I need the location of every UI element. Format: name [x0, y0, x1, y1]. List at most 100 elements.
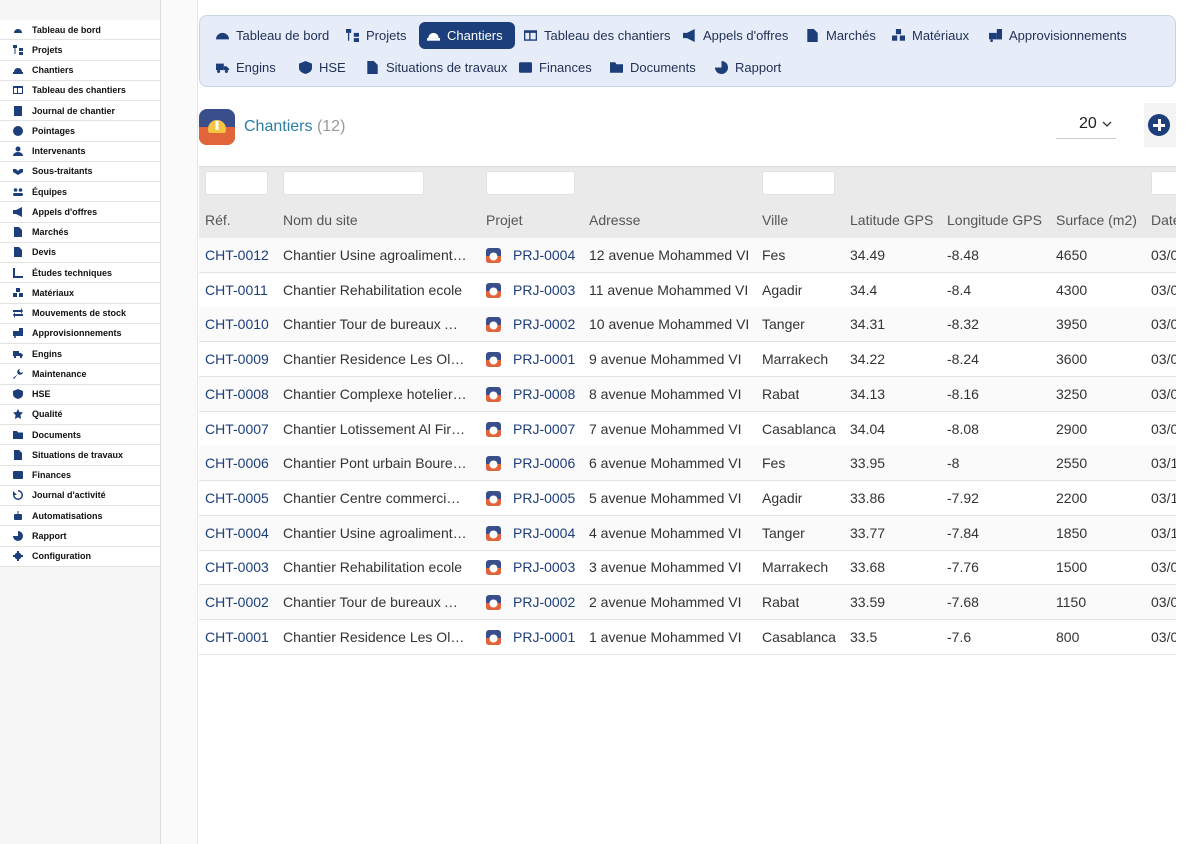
cell-project[interactable]: PRJ-0003 — [513, 559, 575, 575]
cell-ref[interactable]: CHT-0006 — [205, 455, 269, 471]
cell-ref[interactable]: CHT-0012 — [205, 247, 269, 263]
sidebar-item-projets[interactable]: Projets — [0, 40, 160, 61]
cell-ref[interactable]: CHT-0007 — [205, 421, 269, 437]
sidebar-item-tableau-des-chantiers[interactable]: Tableau des chantiers — [0, 80, 160, 101]
tab-tableau-des-chantiers[interactable]: Tableau des chantiers — [516, 22, 670, 49]
column-header-date[interactable]: Date — [1151, 212, 1176, 228]
cell-project[interactable]: PRJ-0001 — [513, 351, 575, 367]
cell-ref[interactable]: CHT-0003 — [205, 559, 269, 575]
record-count: (12) — [316, 118, 346, 135]
tab-situations-de-travaux[interactable]: Situations de travaux — [358, 54, 507, 81]
filter-city-input[interactable] — [762, 171, 835, 195]
sidebar-item-journal-activite[interactable]: Journal d'activité — [0, 485, 160, 506]
table-row[interactable]: CHT-0005 Chantier Centre commercial Marin… — [199, 481, 1176, 516]
per-page-select[interactable]: 20 — [1056, 112, 1116, 139]
column-header-ref[interactable]: Réf. — [205, 212, 231, 228]
project-icon — [486, 560, 501, 576]
column-header-surface[interactable]: Surface (m2) — [1056, 212, 1137, 228]
cell-ref[interactable]: CHT-0002 — [205, 594, 269, 610]
cell-project[interactable]: PRJ-0007 — [513, 421, 575, 437]
sidebar-item-configuration[interactable]: Configuration — [0, 546, 160, 567]
sidebar-item-engins[interactable]: Engins — [0, 344, 160, 365]
cell-ref[interactable]: CHT-0008 — [205, 386, 269, 402]
table-row[interactable]: CHT-0008 Chantier Complexe hotelier Atlas… — [199, 376, 1176, 412]
sidebar-item-mouvements-de-stock[interactable]: Mouvements de stock — [0, 303, 160, 324]
cell-ref[interactable]: CHT-0005 — [205, 490, 269, 506]
cell-ref[interactable]: CHT-0010 — [205, 316, 269, 332]
cell-surface: 1500 — [1056, 559, 1088, 576]
table-row[interactable]: CHT-0010 Chantier Tour de bureaux Anfa PRJ… — [199, 307, 1176, 343]
page-title: Chantiers (12) — [244, 118, 345, 136]
cell-project[interactable]: PRJ-0004 — [513, 525, 575, 541]
tab-rapport[interactable]: Rapport — [707, 54, 781, 81]
table-row[interactable]: CHT-0012 Chantier Usine agroalimentaire PR… — [199, 238, 1176, 273]
tab-chantiers[interactable]: Chantiers — [419, 22, 515, 49]
column-header-city[interactable]: Ville — [762, 212, 788, 228]
sidebar-item-chantiers[interactable]: Chantiers — [0, 60, 160, 81]
column-header-name[interactable]: Nom du site — [283, 212, 358, 228]
sidebar-item-maintenance[interactable]: Maintenance — [0, 364, 160, 385]
cell-address: 6 avenue Mohammed VI — [589, 455, 742, 472]
table-row[interactable]: CHT-0007 Chantier Lotissement Al Firdaous… — [199, 412, 1176, 447]
tab-appels-offres[interactable]: Appels d'offres — [675, 22, 788, 49]
sidebar-item-pointages[interactable]: Pointages — [0, 121, 160, 142]
sidebar-item-hse[interactable]: HSE — [0, 384, 160, 405]
sidebar-item-intervenants[interactable]: Intervenants — [0, 141, 160, 162]
sidebar-item-devis[interactable]: Devis — [0, 242, 160, 263]
column-header-address[interactable]: Adresse — [589, 212, 640, 228]
filter-ref-input[interactable] — [205, 171, 268, 195]
tab-approvisionnements[interactable]: Approvisionnements — [981, 22, 1127, 49]
sidebar-item-appels-offres[interactable]: Appels d'offres — [0, 202, 160, 223]
tab-materiaux[interactable]: Matériaux — [884, 22, 969, 49]
cell-ref[interactable]: CHT-0004 — [205, 525, 269, 541]
sidebar-item-rapport[interactable]: Rapport — [0, 526, 160, 547]
cell-ref[interactable]: CHT-0011 — [205, 282, 268, 298]
sidebar-item-equipes[interactable]: Équipes — [0, 182, 160, 203]
table-row[interactable]: CHT-0011 Chantier Rehabilitation ecole PRJ… — [199, 273, 1176, 308]
sidebar-item-label: Pointages — [32, 125, 76, 136]
table-row[interactable]: CHT-0001 Chantier Residence Les Oliviers P… — [199, 620, 1176, 655]
column-header-latitude[interactable]: Latitude GPS — [850, 212, 933, 228]
table-row[interactable]: CHT-0003 Chantier Rehabilitation ecole PRJ… — [199, 550, 1176, 586]
tab-engins[interactable]: Engins — [208, 54, 276, 81]
sidebar-item-situations-de-travaux[interactable]: Situations de travaux — [0, 445, 160, 466]
sidebar-item-documents[interactable]: Documents — [0, 425, 160, 446]
cell-project[interactable]: PRJ-0001 — [513, 629, 575, 645]
tab-projets[interactable]: Projets — [338, 22, 406, 49]
sidebar-item-etudes-techniques[interactable]: Études techniques — [0, 263, 160, 284]
tab-marches[interactable]: Marchés — [798, 22, 876, 49]
tab-documents[interactable]: Documents — [602, 54, 696, 81]
table-row[interactable]: CHT-0002 Chantier Tour de bureaux Anfa PRJ… — [199, 585, 1176, 620]
column-header-project[interactable]: Projet — [486, 212, 523, 228]
filter-date-input[interactable] — [1151, 171, 1176, 195]
cell-ref[interactable]: CHT-0009 — [205, 351, 269, 367]
sidebar-item-tableau-de-bord[interactable]: Tableau de bord — [0, 20, 160, 41]
sidebar-item-journal-de-chantier[interactable]: Journal de chantier — [0, 101, 160, 122]
add-chantier-button[interactable] — [1148, 114, 1170, 136]
cell-project[interactable]: PRJ-0006 — [513, 455, 575, 471]
table-row[interactable]: CHT-0009 Chantier Residence Les Oliviers P… — [199, 342, 1176, 378]
filter-project-input[interactable] — [486, 171, 575, 195]
sidebar-item-marches[interactable]: Marchés — [0, 222, 160, 243]
tab-hse[interactable]: HSE — [291, 54, 346, 81]
table-row[interactable]: CHT-0004 Chantier Usine agroalimentaire PR… — [199, 515, 1176, 551]
cell-project[interactable]: PRJ-0002 — [513, 594, 575, 610]
sidebar-item-approvisionnements[interactable]: Approvisionnements — [0, 323, 160, 344]
column-header-longitude[interactable]: Longitude GPS — [947, 212, 1042, 228]
cell-ref[interactable]: CHT-0001 — [205, 629, 269, 645]
sidebar-item-sous-traitants[interactable]: Sous-traitants — [0, 161, 160, 182]
cell-project[interactable]: PRJ-0008 — [513, 386, 575, 402]
cell-project[interactable]: PRJ-0004 — [513, 247, 575, 263]
filter-name-input[interactable] — [283, 171, 424, 195]
tab-finances[interactable]: Finances — [511, 54, 592, 81]
cell-surface: 3250 — [1056, 385, 1088, 402]
sidebar-item-finances[interactable]: Finances — [0, 465, 160, 486]
cell-project[interactable]: PRJ-0005 — [513, 490, 575, 506]
table-row[interactable]: CHT-0006 Chantier Pont urbain Bouregreg PR… — [199, 446, 1176, 482]
tab-tableau-de-bord[interactable]: Tableau de bord — [208, 22, 329, 49]
sidebar-item-qualite[interactable]: Qualité — [0, 404, 160, 425]
cell-project[interactable]: PRJ-0003 — [513, 282, 575, 298]
cell-project[interactable]: PRJ-0002 — [513, 316, 575, 332]
sidebar-item-materiaux[interactable]: Matériaux — [0, 283, 160, 304]
sidebar-item-automatisations[interactable]: Automatisations — [0, 506, 160, 527]
